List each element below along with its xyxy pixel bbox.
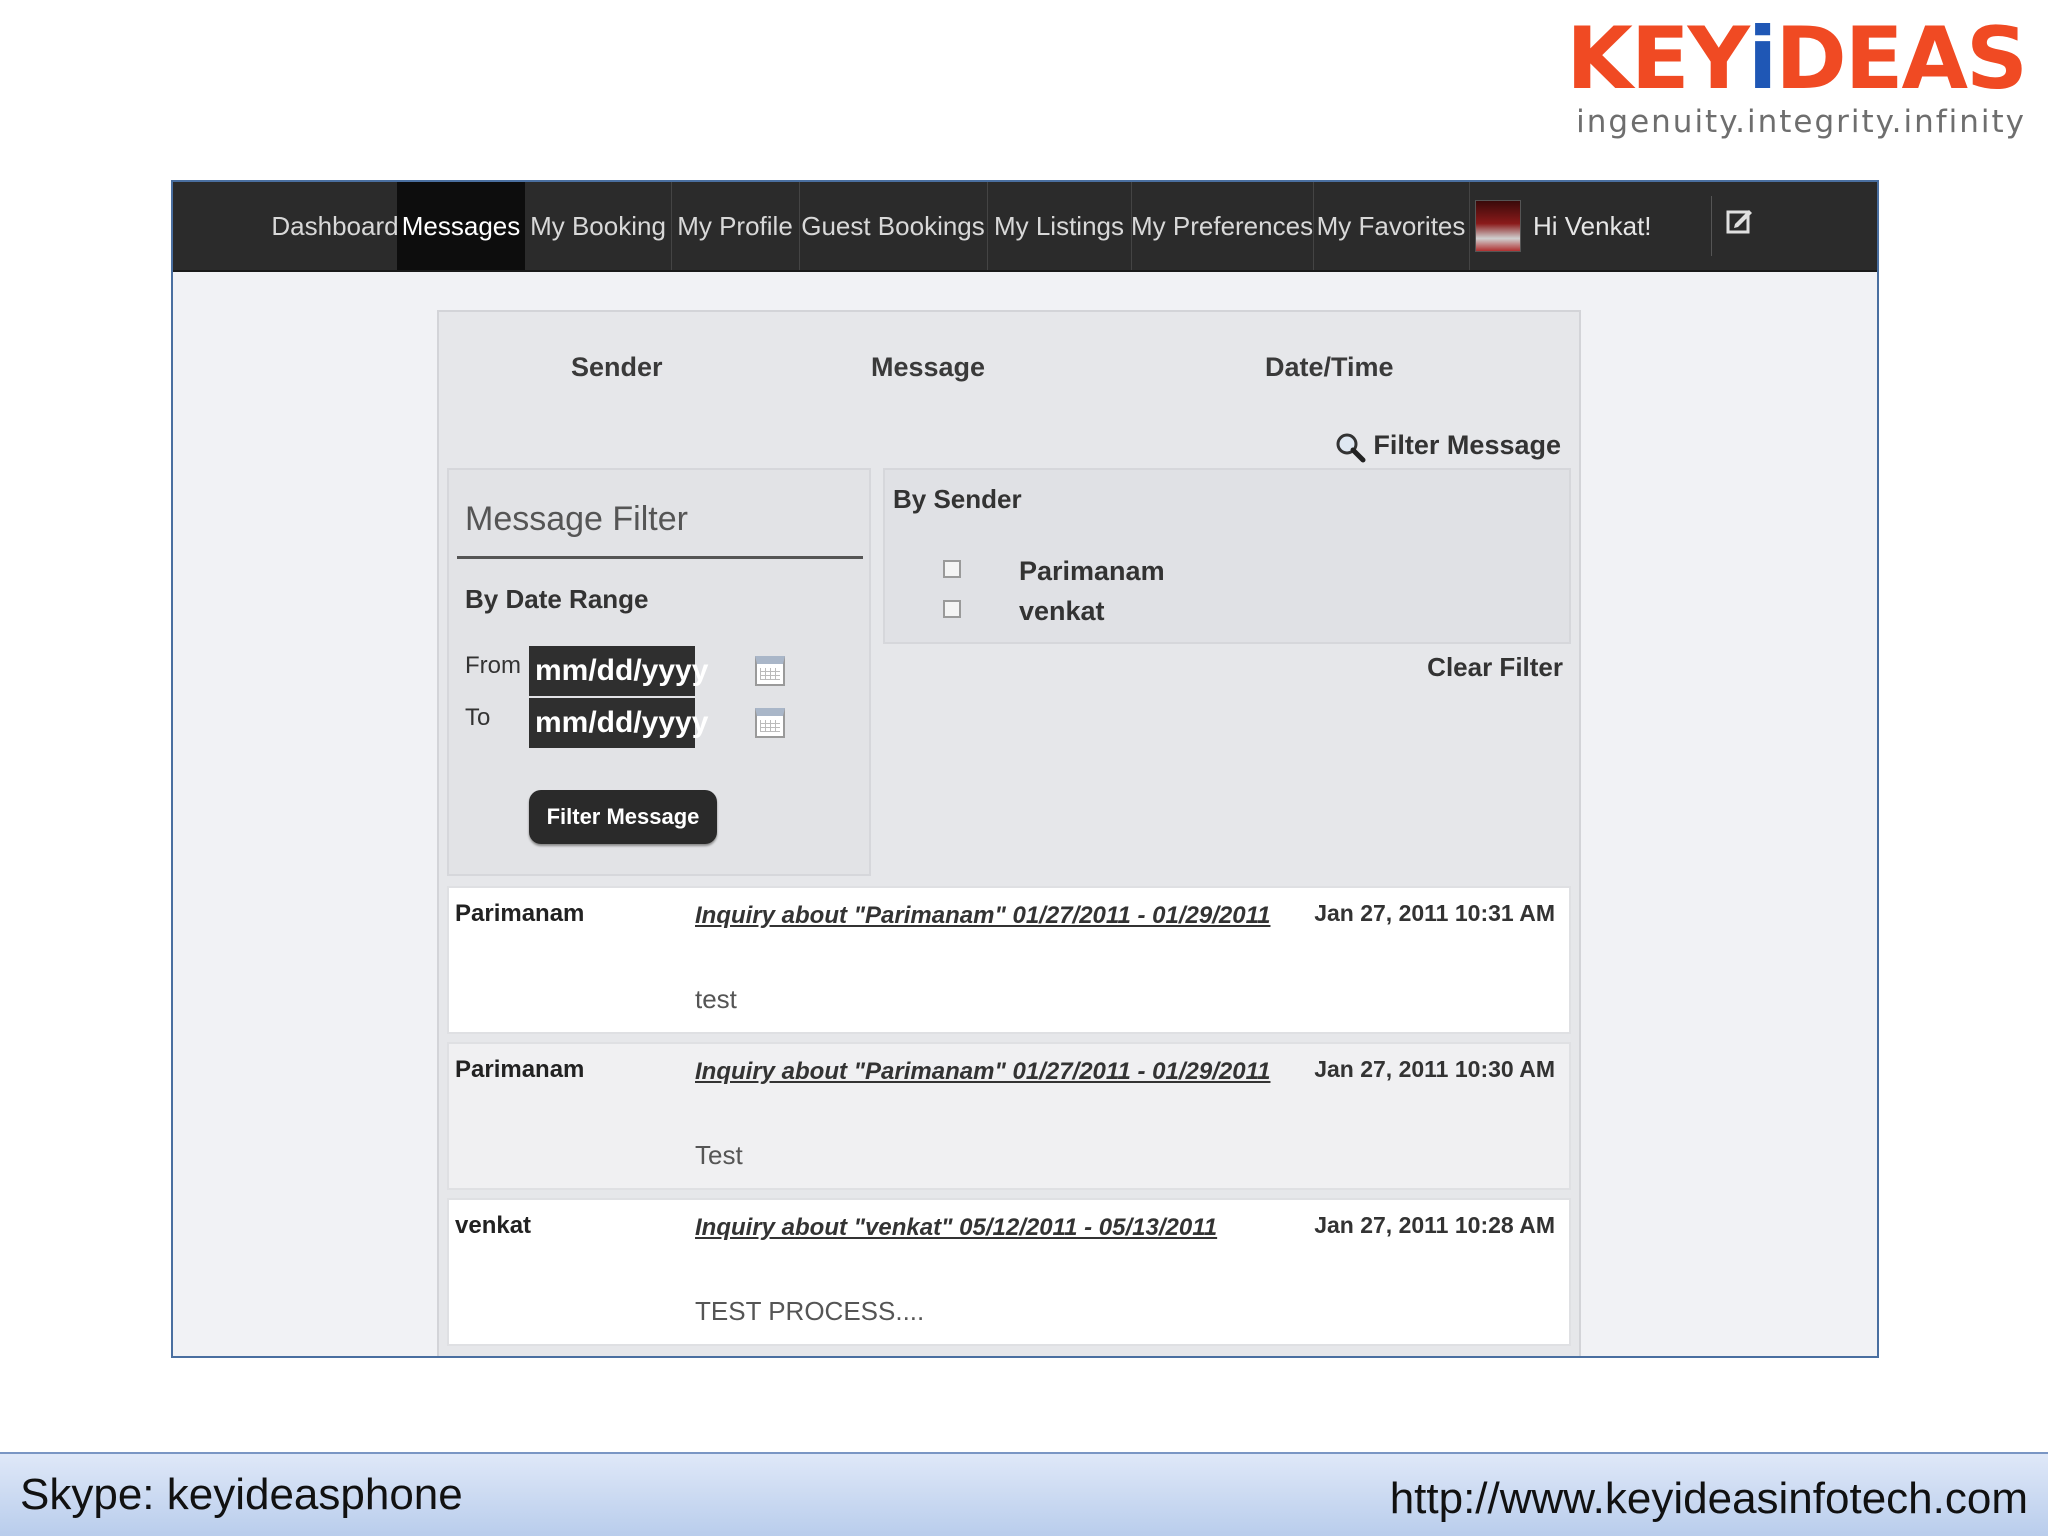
- message-row[interactable]: Parimanam Inquiry about "Parimanam" 01/2…: [447, 1042, 1571, 1190]
- to-label: To: [465, 704, 491, 731]
- nav-divider: [1711, 196, 1712, 256]
- filter-message-link-label: Filter Message: [1373, 430, 1561, 461]
- slide-footer: Skype: keyideasphone http://www.keyideas…: [0, 1452, 2048, 1536]
- logo-wordmark: KEYiDEAS: [1566, 9, 2028, 109]
- nav-guest-bookings[interactable]: Guest Bookings: [799, 182, 988, 270]
- nav-my-favorites[interactable]: My Favorites: [1313, 182, 1470, 270]
- messages-panel: Sender Message Date/Time Filter Message …: [437, 310, 1581, 1356]
- column-header-message[interactable]: Message: [871, 352, 985, 383]
- clear-filter-link[interactable]: Clear Filter: [1427, 652, 1563, 683]
- by-sender-box: By Sender Parimanam venkat: [883, 468, 1571, 644]
- message-body: TEST PROCESS....: [695, 1296, 925, 1326]
- user-avatar[interactable]: [1475, 200, 1521, 252]
- column-header-sender[interactable]: Sender: [571, 352, 663, 383]
- from-date-input[interactable]: mm/dd/yyyy: [529, 646, 708, 696]
- divider: [457, 556, 863, 559]
- message-subject-link[interactable]: Inquiry about "venkat" 05/12/2011 - 05/1…: [695, 1214, 1217, 1242]
- column-header-datetime[interactable]: Date/Time: [1265, 352, 1394, 383]
- message-subject-link[interactable]: Inquiry about "Parimanam" 01/27/2011 - 0…: [695, 902, 1270, 930]
- logo-tagline: ingenuity.integrity.infinity: [1576, 104, 2026, 140]
- nav-messages[interactable]: Messages: [397, 182, 525, 270]
- keyideas-logo: KEYiDEAS ingenuity.integrity.infinity: [1546, 9, 2028, 140]
- message-sender: venkat: [455, 1212, 532, 1239]
- message-body: test: [695, 984, 737, 1014]
- calendar-icon[interactable]: [755, 708, 785, 738]
- skype-contact: Skype: keyideasphone: [20, 1470, 463, 1519]
- message-date: Jan 27, 2011 10:28 AM: [1314, 1212, 1555, 1238]
- sender-checkbox[interactable]: [943, 600, 961, 618]
- message-sender: Parimanam: [455, 900, 585, 927]
- filter-message-link[interactable]: Filter Message: [1333, 430, 1561, 464]
- top-navbar: Dashboard Messages My Booking My Profile…: [173, 182, 1877, 272]
- message-filter-title: Message Filter: [465, 500, 688, 538]
- from-label: From: [465, 652, 521, 679]
- sender-option-label: Parimanam: [1019, 556, 1165, 586]
- to-date-input[interactable]: mm/dd/yyyy: [529, 698, 708, 748]
- message-row[interactable]: Parimanam Inquiry about "Parimanam" 01/2…: [447, 886, 1571, 1034]
- sender-checkbox[interactable]: [943, 560, 961, 578]
- message-body: Test: [695, 1140, 743, 1170]
- app-screenshot: Dashboard Messages My Booking My Profile…: [171, 180, 1879, 1358]
- message-date: Jan 27, 2011 10:31 AM: [1314, 900, 1555, 926]
- filter-message-button[interactable]: Filter Message: [529, 790, 717, 844]
- magnifier-icon: [1336, 433, 1366, 463]
- by-sender-title: By Sender: [893, 484, 1022, 514]
- edit-icon[interactable]: [1725, 206, 1755, 236]
- calendar-icon[interactable]: [755, 656, 785, 686]
- message-filter-box: Message Filter By Date Range From mm/dd/…: [447, 468, 871, 876]
- nav-dashboard[interactable]: Dashboard: [265, 182, 406, 270]
- nav-my-booking[interactable]: My Booking: [525, 182, 672, 270]
- message-row[interactable]: venkat Inquiry about "venkat" 05/12/2011…: [447, 1198, 1571, 1346]
- nav-my-profile[interactable]: My Profile: [671, 182, 800, 270]
- message-sender: Parimanam: [455, 1056, 585, 1083]
- message-subject-link[interactable]: Inquiry about "Parimanam" 01/27/2011 - 0…: [695, 1058, 1270, 1086]
- nav-my-listings[interactable]: My Listings: [987, 182, 1132, 270]
- by-date-range-label: By Date Range: [465, 584, 649, 614]
- user-greeting[interactable]: Hi Venkat!: [1533, 182, 1652, 270]
- message-date: Jan 27, 2011 10:30 AM: [1314, 1056, 1555, 1082]
- nav-my-preferences[interactable]: My Preferences: [1131, 182, 1314, 270]
- sender-option-label: venkat: [1019, 596, 1105, 626]
- website-url[interactable]: http://www.keyideasinfotech.com: [1390, 1474, 2028, 1524]
